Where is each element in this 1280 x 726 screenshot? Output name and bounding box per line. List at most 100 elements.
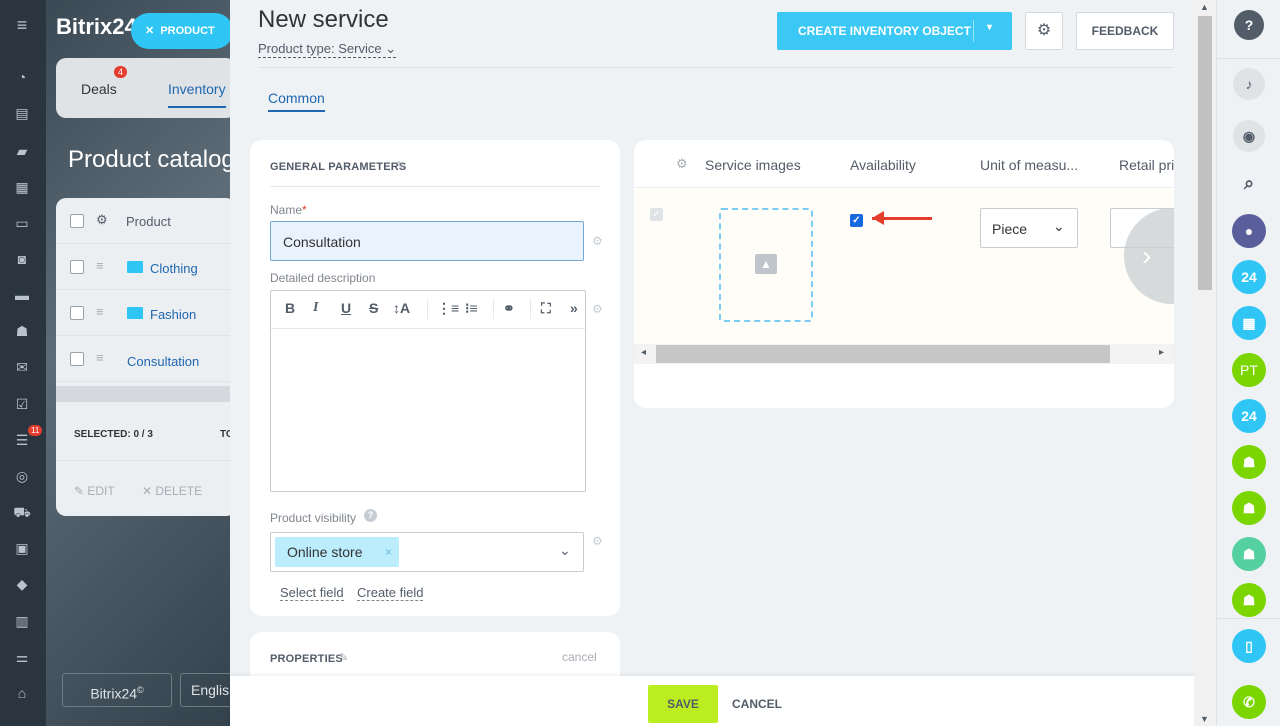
row-checkbox[interactable] (70, 352, 84, 366)
document-icon[interactable]: ▭ (13, 216, 31, 231)
scroll-left-icon[interactable]: ◂ (641, 347, 646, 358)
search-icon[interactable]: ⌕ (1232, 166, 1266, 200)
drag-handle-icon[interactable]: ≡ (96, 304, 104, 319)
gear-icon[interactable]: ⚙ (592, 234, 603, 248)
link-icon[interactable]: ⚭ (503, 300, 515, 317)
row-checkbox[interactable] (70, 306, 84, 320)
gear-icon[interactable]: ⚙ (592, 534, 603, 548)
delete-button[interactable]: ✕ DELETE (142, 484, 202, 498)
underline-icon[interactable]: U (341, 300, 351, 316)
row-label[interactable]: Consultation (127, 354, 199, 369)
chat-icon[interactable]: ▰ (13, 144, 31, 159)
language-button[interactable]: English (180, 673, 236, 707)
drive-icon[interactable]: ▬ (13, 288, 31, 303)
close-product-slider-button[interactable]: ✕ PRODUCT (131, 13, 233, 49)
robot-icon[interactable]: ◙ (13, 252, 31, 267)
scrollbar-thumb[interactable] (656, 345, 1110, 363)
select-all-checkbox[interactable] (70, 214, 84, 228)
description-editor[interactable]: B I U S ↕A ⋮≡ ⁝≡ ⚭ ⛶ » (270, 290, 586, 492)
bold-icon[interactable]: B (285, 300, 295, 316)
numbered-list-icon[interactable]: ⋮≡ (437, 300, 459, 317)
cancel-button[interactable]: CANCEL (732, 697, 782, 711)
drag-handle-icon[interactable]: ≡ (96, 350, 104, 365)
footer-brand-button[interactable]: Bitrix24© (62, 673, 172, 707)
box-icon[interactable]: ◆ (13, 577, 31, 592)
tab-inventory[interactable]: Inventory (168, 81, 226, 108)
phone-icon[interactable]: ✆ (1232, 685, 1266, 719)
visibility-select[interactable]: Online store × ⌄ (270, 532, 584, 572)
product-type-selector[interactable]: Product type: Service ⌄ (258, 41, 397, 58)
mail-icon[interactable]: ✉ (13, 360, 31, 375)
row-label[interactable]: Clothing (150, 261, 198, 276)
create-field-link[interactable]: Create field (357, 585, 424, 601)
calendar-icon[interactable]: ▦ (1232, 306, 1266, 340)
help-icon[interactable]: ? (364, 509, 377, 522)
chevron-down-icon: ⌄ (559, 542, 571, 558)
bell-icon[interactable]: ♪ (1233, 68, 1265, 100)
more-icon[interactable]: » (570, 300, 578, 316)
scroll-up-icon[interactable]: ▲ (1200, 2, 1209, 12)
tasks-icon[interactable]: ☑ (13, 397, 31, 412)
group-chat-icon[interactable]: ☗ (1232, 445, 1266, 479)
chat-icon[interactable]: ◉ (1233, 120, 1265, 152)
save-button[interactable]: SAVE (648, 685, 718, 723)
settings-button[interactable]: ⚙ (1025, 12, 1063, 50)
availability-checkbox[interactable]: ✓ (850, 214, 863, 227)
scrollbar-thumb[interactable] (1198, 16, 1212, 290)
target-icon[interactable]: ◎ (13, 469, 31, 484)
create-inventory-object-button[interactable]: CREATE INVENTORY OBJECT ▾ (777, 12, 1012, 50)
scroll-right-icon[interactable]: ▸ (1159, 347, 1164, 358)
list-item[interactable]: ≡ Consultation (56, 336, 236, 382)
pencil-icon[interactable]: ✎ (339, 651, 348, 664)
gear-icon[interactable]: ⚙ (592, 302, 603, 316)
tab-deals[interactable]: Deals (81, 81, 117, 97)
b24-chat-icon[interactable]: 24 (1232, 399, 1266, 433)
name-input[interactable]: Consultation (270, 221, 584, 261)
horizontal-scrollbar[interactable] (56, 386, 236, 402)
menu-icon[interactable]: ≡ (13, 16, 31, 34)
list-item[interactable]: ≡ Clothing (56, 244, 236, 290)
chevron-down-icon[interactable]: ▾ (987, 22, 992, 33)
avatar-initials[interactable]: PT (1232, 353, 1266, 387)
cart-icon[interactable]: ⛟ (13, 505, 31, 520)
scroll-down-icon[interactable]: ▼ (1200, 714, 1209, 724)
company-icon[interactable]: ⌂ (13, 686, 31, 701)
pencil-icon[interactable]: ✎ (396, 159, 405, 172)
remove-tag-icon[interactable]: × (385, 537, 392, 567)
horizontal-scrollbar[interactable]: ◂ ▸ (634, 344, 1174, 364)
edit-button[interactable]: ✎ EDIT (74, 484, 115, 498)
cancel-link[interactable]: cancel (562, 650, 597, 664)
crm-filter-icon[interactable]: ☰ (13, 433, 31, 448)
drag-handle-icon[interactable]: ≡ (96, 258, 104, 273)
list-item[interactable]: ≡ Fashion (56, 290, 236, 336)
phone-book-icon[interactable]: ▯ (1232, 629, 1266, 663)
gear-icon[interactable]: ⚙ (676, 156, 688, 172)
bullet-list-icon[interactable]: ⁝≡ (465, 300, 478, 317)
b24-chat-icon[interactable]: 24 (1232, 260, 1266, 294)
row-label[interactable]: Fashion (150, 307, 196, 322)
help-icon[interactable]: ? (1234, 10, 1264, 40)
group-chat-icon[interactable]: ☗ (1232, 583, 1266, 617)
row-checkbox[interactable] (70, 260, 84, 274)
sites-icon[interactable]: ▥ (13, 614, 31, 629)
group-chat-icon[interactable]: ☗ (1232, 537, 1266, 571)
groups-icon[interactable]: ☗ (13, 324, 31, 339)
calendar-icon[interactable]: ▦ (13, 180, 31, 195)
fullscreen-icon[interactable]: ⛶ (541, 300, 551, 317)
avatar[interactable]: ● (1232, 214, 1266, 248)
select-field-link[interactable]: Select field (280, 585, 344, 601)
contact-card-icon[interactable]: ▣ (13, 541, 31, 556)
vertical-scrollbar[interactable]: ▲ ▼ (1194, 0, 1216, 726)
settings-sliders-icon[interactable]: ⚌ (13, 650, 31, 665)
tab-common[interactable]: Common (268, 90, 325, 112)
unit-select[interactable]: Piece ⌄ (980, 208, 1078, 248)
strikethrough-icon[interactable]: S (369, 300, 378, 316)
activity-icon[interactable]: ◔ (13, 70, 31, 85)
feedback-button[interactable]: FEEDBACK (1076, 12, 1174, 50)
font-size-icon[interactable]: ↕A (393, 300, 410, 316)
italic-icon[interactable]: I (313, 300, 318, 316)
image-upload-area[interactable]: ▲ (719, 208, 813, 322)
feed-icon[interactable]: ▤ (13, 106, 31, 121)
group-chat-icon[interactable]: ☗ (1232, 491, 1266, 525)
gear-icon[interactable]: ⚙ (96, 212, 108, 228)
